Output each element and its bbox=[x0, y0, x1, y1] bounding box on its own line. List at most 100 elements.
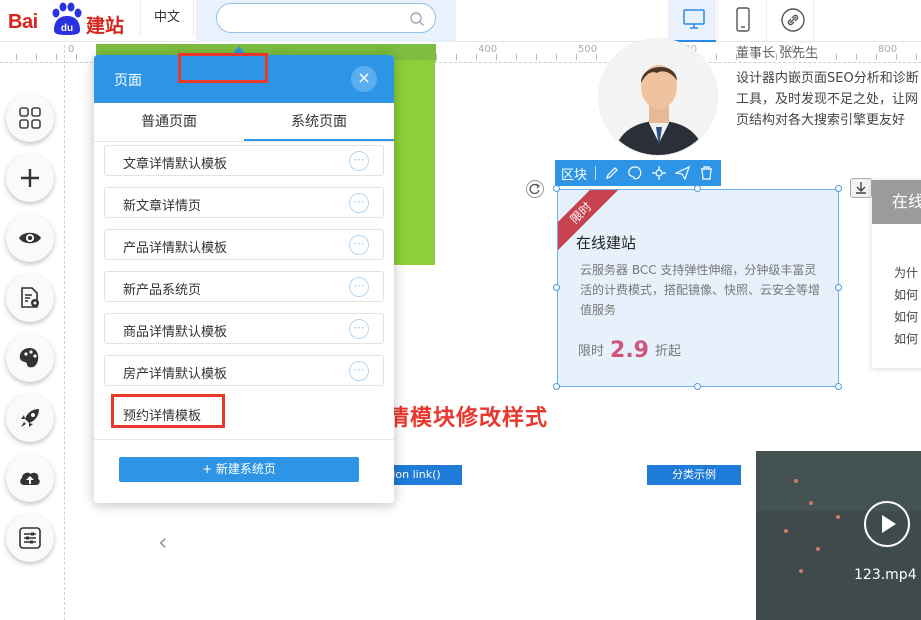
more-icon[interactable]: ⋯ bbox=[349, 277, 369, 297]
block-toolbar: 区块 bbox=[555, 160, 721, 186]
page-item[interactable]: 新文章详情页 ⋯ bbox=[104, 187, 384, 218]
ruler-tick bbox=[896, 54, 897, 60]
upload-tool-button[interactable] bbox=[6, 454, 54, 502]
system-tab-highlight-box bbox=[178, 53, 268, 83]
new-system-page-button[interactable]: + 新建系统页 bbox=[119, 457, 359, 482]
page-item[interactable]: 新产品系统页 ⋯ bbox=[104, 271, 384, 302]
components-tool-button[interactable] bbox=[6, 94, 54, 142]
price-value: 2.9 bbox=[610, 338, 649, 363]
ruler-tick bbox=[496, 54, 497, 60]
more-icon[interactable]: ⋯ bbox=[349, 319, 369, 339]
more-icon[interactable]: ⋯ bbox=[349, 193, 369, 213]
link-view-button[interactable] bbox=[766, 0, 814, 42]
baidu-jianzhan-logo[interactable]: Bai du 建站 bbox=[8, 2, 128, 40]
ruler-tick bbox=[56, 54, 57, 60]
ruler-tick bbox=[16, 54, 17, 60]
play-icon[interactable] bbox=[864, 501, 910, 547]
page-item[interactable]: 产品详情默认模板 ⋯ bbox=[104, 229, 384, 260]
tabs-divider bbox=[94, 141, 394, 142]
page-item-label: 新产品系统页 bbox=[123, 283, 202, 298]
resize-handle-s[interactable] bbox=[694, 383, 701, 390]
more-icon[interactable]: ⋯ bbox=[349, 235, 369, 255]
ruler-tick bbox=[716, 54, 717, 60]
resize-handle-ne[interactable] bbox=[835, 185, 842, 192]
publish-tool-button[interactable] bbox=[6, 394, 54, 442]
trash-icon[interactable] bbox=[700, 166, 713, 180]
ruler-label: 800 bbox=[878, 44, 898, 55]
move-icon[interactable] bbox=[652, 166, 666, 180]
video-filename: 123.mp4 bbox=[854, 567, 917, 583]
preview-tool-button[interactable] bbox=[6, 214, 54, 262]
resize-handle-n[interactable] bbox=[694, 185, 701, 192]
search-icon[interactable] bbox=[409, 11, 425, 27]
download-handle[interactable] bbox=[850, 178, 872, 198]
ruler-tick bbox=[596, 54, 597, 60]
video-player[interactable]: 123.mp4 bbox=[756, 451, 921, 620]
block-label: 区块 bbox=[561, 168, 588, 183]
vertical-guide-line bbox=[64, 45, 65, 620]
avatar-portrait-image bbox=[599, 39, 717, 155]
settings-tool-button[interactable] bbox=[6, 514, 54, 562]
ruler-tick bbox=[456, 54, 457, 60]
resize-handle-se[interactable] bbox=[835, 383, 842, 390]
resize-handle-nw[interactable] bbox=[553, 185, 560, 192]
close-icon[interactable]: × bbox=[351, 66, 377, 92]
prev-arrow-icon[interactable]: ‹ bbox=[158, 528, 168, 556]
page-item-label: 产品详情默认模板 bbox=[123, 241, 228, 256]
resize-handle-sw[interactable] bbox=[553, 383, 560, 390]
theme-tool-button[interactable] bbox=[6, 334, 54, 382]
author-description: 设计器内嵌页面SEO分析和诊断工具，及时发现不足之处，让网页结构对各大搜索引擎更… bbox=[736, 71, 919, 128]
desktop-icon bbox=[683, 9, 705, 29]
logo-bai-text: Bai bbox=[8, 11, 38, 33]
send-icon[interactable] bbox=[675, 166, 690, 180]
rotate-icon bbox=[529, 183, 541, 195]
grid-icon bbox=[19, 107, 41, 129]
plus-icon bbox=[21, 169, 39, 187]
add-tool-button[interactable] bbox=[6, 154, 54, 202]
price-prefix: 限时 bbox=[578, 344, 605, 359]
author-name: 董事长 张先生 bbox=[736, 46, 819, 61]
more-icon[interactable]: ⋯ bbox=[349, 151, 369, 171]
mobile-icon bbox=[736, 7, 750, 32]
resize-handle-e[interactable] bbox=[835, 284, 842, 291]
partial-card-line: 为什 bbox=[894, 266, 919, 280]
ruler-label: 400 bbox=[478, 44, 498, 55]
edit-icon[interactable] bbox=[605, 166, 619, 180]
card-description: 云服务器 BCC 支持弹性伸缩，分钟级丰富灵活的计费模式，搭配镜像、快照、云安全… bbox=[580, 263, 821, 317]
language-switch[interactable]: 中文 bbox=[140, 0, 194, 36]
desktop-view-button[interactable] bbox=[668, 0, 716, 42]
ruler-tick bbox=[476, 54, 477, 60]
rocket-icon bbox=[21, 409, 39, 427]
search-input[interactable] bbox=[216, 3, 436, 33]
link-icon bbox=[781, 8, 805, 32]
sliders-icon bbox=[19, 527, 41, 549]
page-item-label: 房产详情默认模板 bbox=[123, 367, 228, 382]
ruler-tick bbox=[436, 54, 437, 60]
resize-handle-w[interactable] bbox=[553, 284, 560, 291]
partial-card-header: 在线 bbox=[872, 180, 921, 224]
page-item-label: 文章详情默认模板 bbox=[123, 157, 228, 172]
card-title: 在线建站 bbox=[576, 234, 637, 252]
ruler-tick bbox=[856, 54, 857, 60]
page-settings-tool-button[interactable] bbox=[6, 274, 54, 322]
partial-info-card[interactable]: 在线 为什 如何 如何 如何 bbox=[872, 180, 921, 368]
partial-card-line: 如何 bbox=[894, 332, 919, 346]
pages-panel: 页面 × 普通页面 系统页面 文章详情默认模板 ⋯ 新文章详情页 ⋯ 产品详情默… bbox=[94, 55, 394, 503]
green-banner-block[interactable] bbox=[390, 60, 435, 265]
more-icon[interactable]: ⋯ bbox=[349, 361, 369, 381]
page-item[interactable]: 商品详情默认模板 ⋯ bbox=[104, 313, 384, 344]
logo-jianzhan-text: 建站 bbox=[86, 15, 125, 37]
page-item[interactable]: 文章详情默认模板 ⋯ bbox=[104, 145, 384, 176]
mobile-view-button[interactable] bbox=[717, 0, 765, 42]
rotate-handle[interactable] bbox=[526, 180, 544, 198]
tab-system-pages[interactable]: 系统页面 bbox=[244, 103, 394, 141]
category-example-chip[interactable]: 分类示例 bbox=[647, 465, 741, 485]
page-item[interactable]: 房产详情默认模板 ⋯ bbox=[104, 355, 384, 386]
download-icon bbox=[856, 182, 866, 194]
product-card-selected[interactable]: 限时 在线建站 云服务器 BCC 支持弹性伸缩，分钟级丰富灵活的计费模式，搭配镜… bbox=[557, 189, 839, 387]
card-price: 限时 2.9 折起 bbox=[578, 338, 681, 363]
tab-normal-pages[interactable]: 普通页面 bbox=[94, 103, 244, 141]
logo-du-text: du bbox=[61, 23, 73, 34]
author-avatar bbox=[598, 38, 718, 156]
palette-icon[interactable] bbox=[627, 166, 643, 180]
